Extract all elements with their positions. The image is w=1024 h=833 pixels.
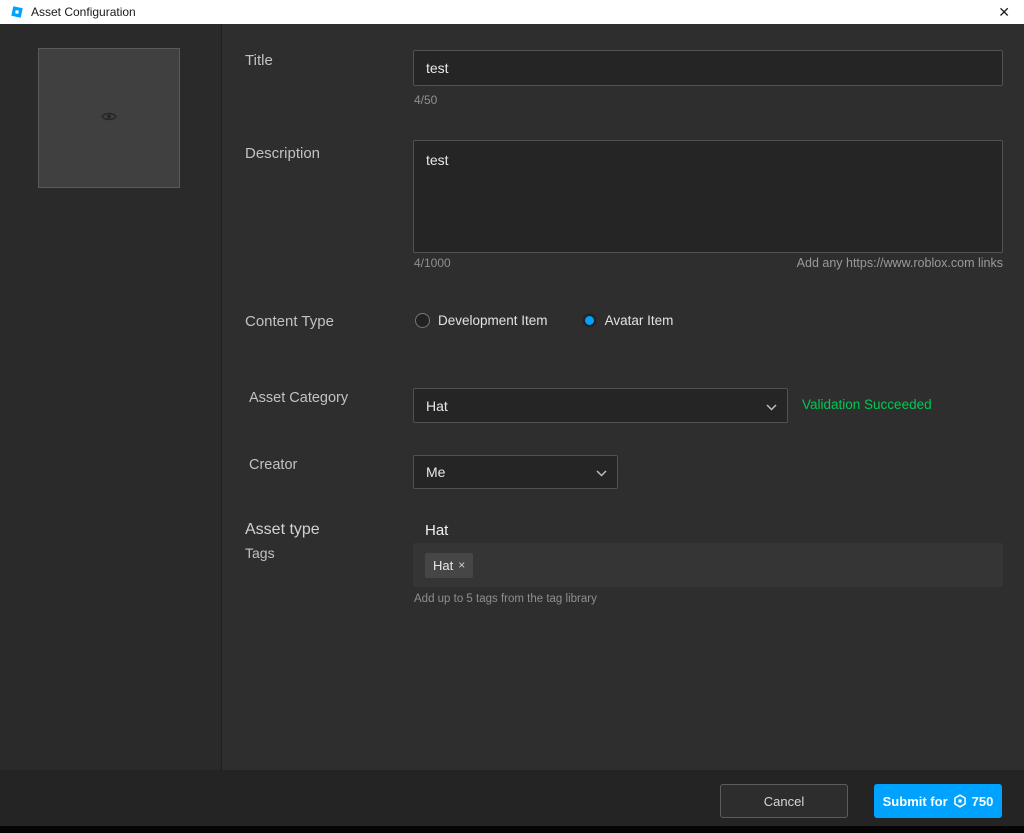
window-bottom-edge [0,826,1024,833]
close-icon[interactable]: ✕ [994,3,1014,21]
description-label: Description [245,145,321,162]
development-item-radio[interactable] [415,313,430,328]
roblox-studio-icon [10,5,24,19]
eye-icon [101,109,117,127]
description-input[interactable]: test [413,140,1003,253]
tag-chip-label: Hat [433,557,454,573]
description-char-counter: 4/1000 [414,256,451,270]
development-item-radio-label[interactable]: Development Item [438,313,548,328]
asset-type-value: Hat [425,522,449,539]
creator-dropdown[interactable]: Me [413,455,618,489]
submit-button-label: Submit for [882,793,948,809]
tags-input[interactable]: Hat × [413,543,1003,587]
validation-status: Validation Succeeded [802,397,932,412]
creator-value: Me [426,464,446,480]
avatar-item-radio-label[interactable]: Avatar Item [605,313,674,328]
preview-panel [0,24,222,770]
asset-category-value: Hat [426,397,448,414]
title-input[interactable] [413,50,1003,86]
form-content: Title 4/50 Description test 4/1000 Add a… [223,24,1024,770]
description-hint: Add any https://www.roblox.com links [796,256,1003,270]
chevron-down-icon [766,398,777,414]
chevron-down-icon [596,464,607,480]
creator-label: Creator [249,457,298,473]
asset-type-label: Asset type [245,521,320,538]
submit-price: 750 [971,793,994,809]
title-char-counter: 4/50 [414,93,438,107]
asset-category-label: Asset Category [249,390,349,406]
content-type-options: Development Item Avatar Item [415,313,699,328]
tags-label: Tags [245,545,275,561]
robux-icon [953,794,967,808]
asset-preview-thumbnail [38,48,180,188]
title-label: Title [245,52,273,69]
asset-configuration-window: Asset Configuration ✕ Title 4/50 Descrip… [0,0,1024,833]
cancel-button[interactable]: Cancel [720,784,848,818]
title-bar: Asset Configuration ✕ [0,0,1024,24]
submit-button[interactable]: Submit for 750 [874,784,1002,818]
asset-category-dropdown[interactable]: Hat [413,388,788,423]
footer-bar: Cancel Submit for 750 [0,770,1024,826]
window-title: Asset Configuration [31,5,136,19]
cancel-button-label: Cancel [763,793,805,809]
remove-tag-icon[interactable]: × [458,558,465,572]
tag-chip: Hat × [425,552,474,578]
avatar-item-radio[interactable] [581,313,597,328]
content-type-label: Content Type [245,313,334,330]
tags-hint: Add up to 5 tags from the tag library [414,593,597,605]
